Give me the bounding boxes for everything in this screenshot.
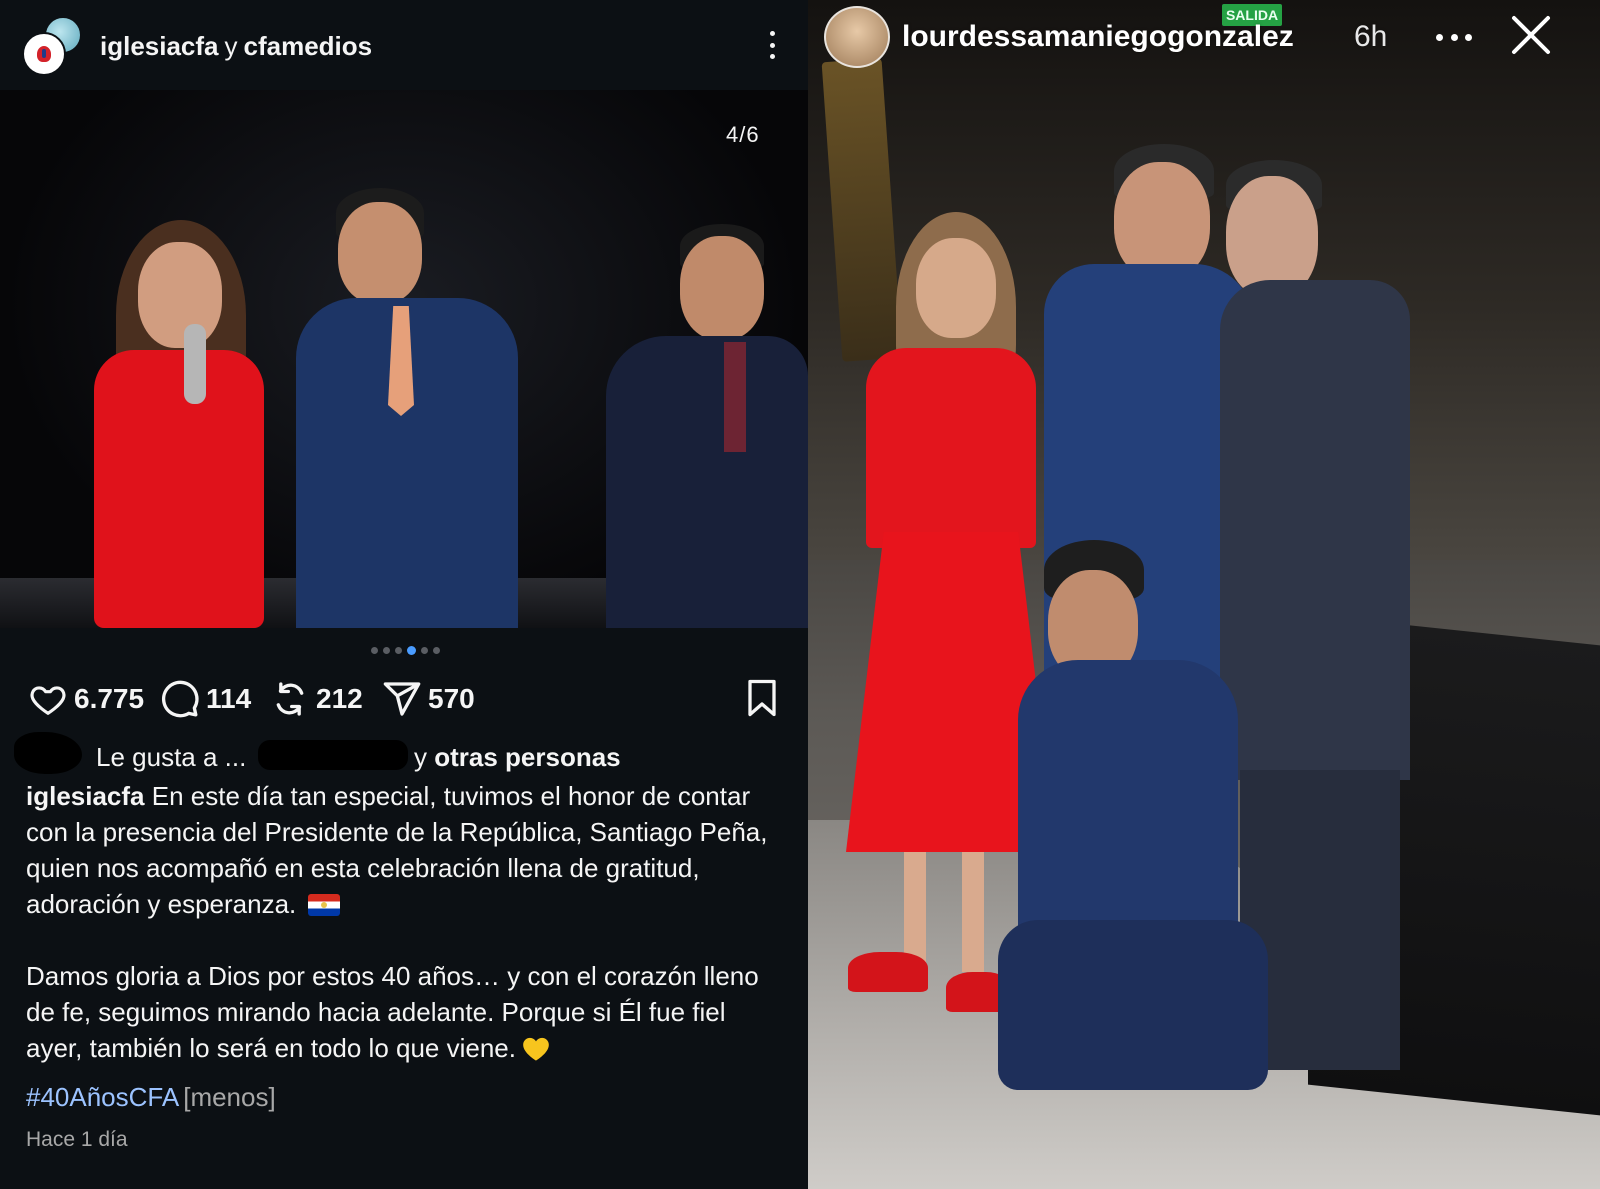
post-photo[interactable]	[0, 90, 808, 628]
avatar-iglesiacfa[interactable]	[22, 32, 66, 76]
comment-count: 114	[206, 683, 252, 714]
more-vertical-icon[interactable]	[760, 28, 784, 62]
carousel-dot	[383, 647, 390, 654]
liked-by-row[interactable]: Le gusta a ... y otras personas	[0, 732, 808, 774]
caption-paragraph-2: Damos gloria a Dios por estos 40 años… y…	[26, 961, 759, 1063]
collab-avatars[interactable]	[22, 16, 86, 78]
carousel-dots	[371, 646, 440, 655]
heart-icon	[30, 686, 66, 715]
redacted-name	[258, 740, 408, 770]
repost-icon	[276, 682, 304, 716]
yellow-heart-icon	[523, 1037, 549, 1061]
carousel-dot	[371, 647, 378, 654]
redacted-avatar	[14, 732, 82, 774]
comment-icon	[162, 680, 199, 718]
bookmark-button[interactable]	[744, 678, 780, 723]
share-icon	[383, 682, 421, 716]
instagram-post: iglesiacfa y cfamedios 4/6 6.775 114 212…	[0, 0, 808, 1189]
comment-button[interactable]: 114	[160, 676, 251, 722]
story-time: 6h	[1354, 20, 1388, 53]
carousel-dot	[433, 647, 440, 654]
paraguay-flag-icon	[307, 894, 340, 916]
less-toggle[interactable]: [menos]	[183, 1082, 276, 1112]
cfa-logo-icon	[37, 46, 51, 62]
carousel-dot-active	[407, 646, 416, 655]
person-man-blue-suit	[296, 188, 518, 628]
author-connector: y	[224, 31, 238, 61]
repost-count: 212	[316, 683, 363, 714]
carousel-dot	[395, 647, 402, 654]
hashtag-link[interactable]: #40AñosCFA	[26, 1082, 179, 1112]
author-link-cfamedios[interactable]: cfamedios	[244, 31, 373, 61]
bookmark-icon	[748, 679, 776, 717]
post-authors: iglesiacfa y cfamedios	[100, 31, 372, 62]
post-timestamp: Hace 1 día	[26, 1128, 128, 1151]
story-person-kneeling-man	[978, 540, 1278, 1100]
story-avatar[interactable]	[824, 6, 890, 68]
post-caption: iglesiacfa En este día tan especial, tuv…	[26, 778, 786, 1066]
caption-author[interactable]: iglesiacfa	[26, 781, 145, 811]
story-username[interactable]: lourdessamaniegogonzalez	[902, 20, 1294, 54]
like-count: 6.775	[74, 683, 145, 714]
instagram-story: SALIDA lourdessamaniegogonzalez 6h	[808, 0, 1600, 1189]
share-button[interactable]: 570	[382, 676, 475, 722]
liked-by-suffix: y otras personas	[414, 742, 621, 772]
carousel-dot	[421, 647, 428, 654]
repost-button[interactable]: 212	[270, 676, 363, 722]
post-header: iglesiacfa y cfamedios	[0, 0, 808, 90]
like-button[interactable]: 6.775	[28, 676, 144, 722]
share-count: 570	[428, 683, 475, 714]
person-woman-red-dress	[76, 220, 306, 628]
liked-by-prefix: Le gusta a ...	[96, 742, 247, 772]
author-link-iglesiacfa[interactable]: iglesiacfa	[100, 31, 219, 61]
close-icon[interactable]	[1510, 14, 1552, 56]
carousel-counter: 4/6	[726, 122, 760, 147]
person-man-dark-suit	[606, 224, 808, 628]
caption-hashtag-row: #40AñosCFA [menos]	[26, 1082, 276, 1113]
post-actions: 6.775 114 212 570	[28, 676, 788, 722]
more-horizontal-icon[interactable]	[1436, 34, 1472, 42]
